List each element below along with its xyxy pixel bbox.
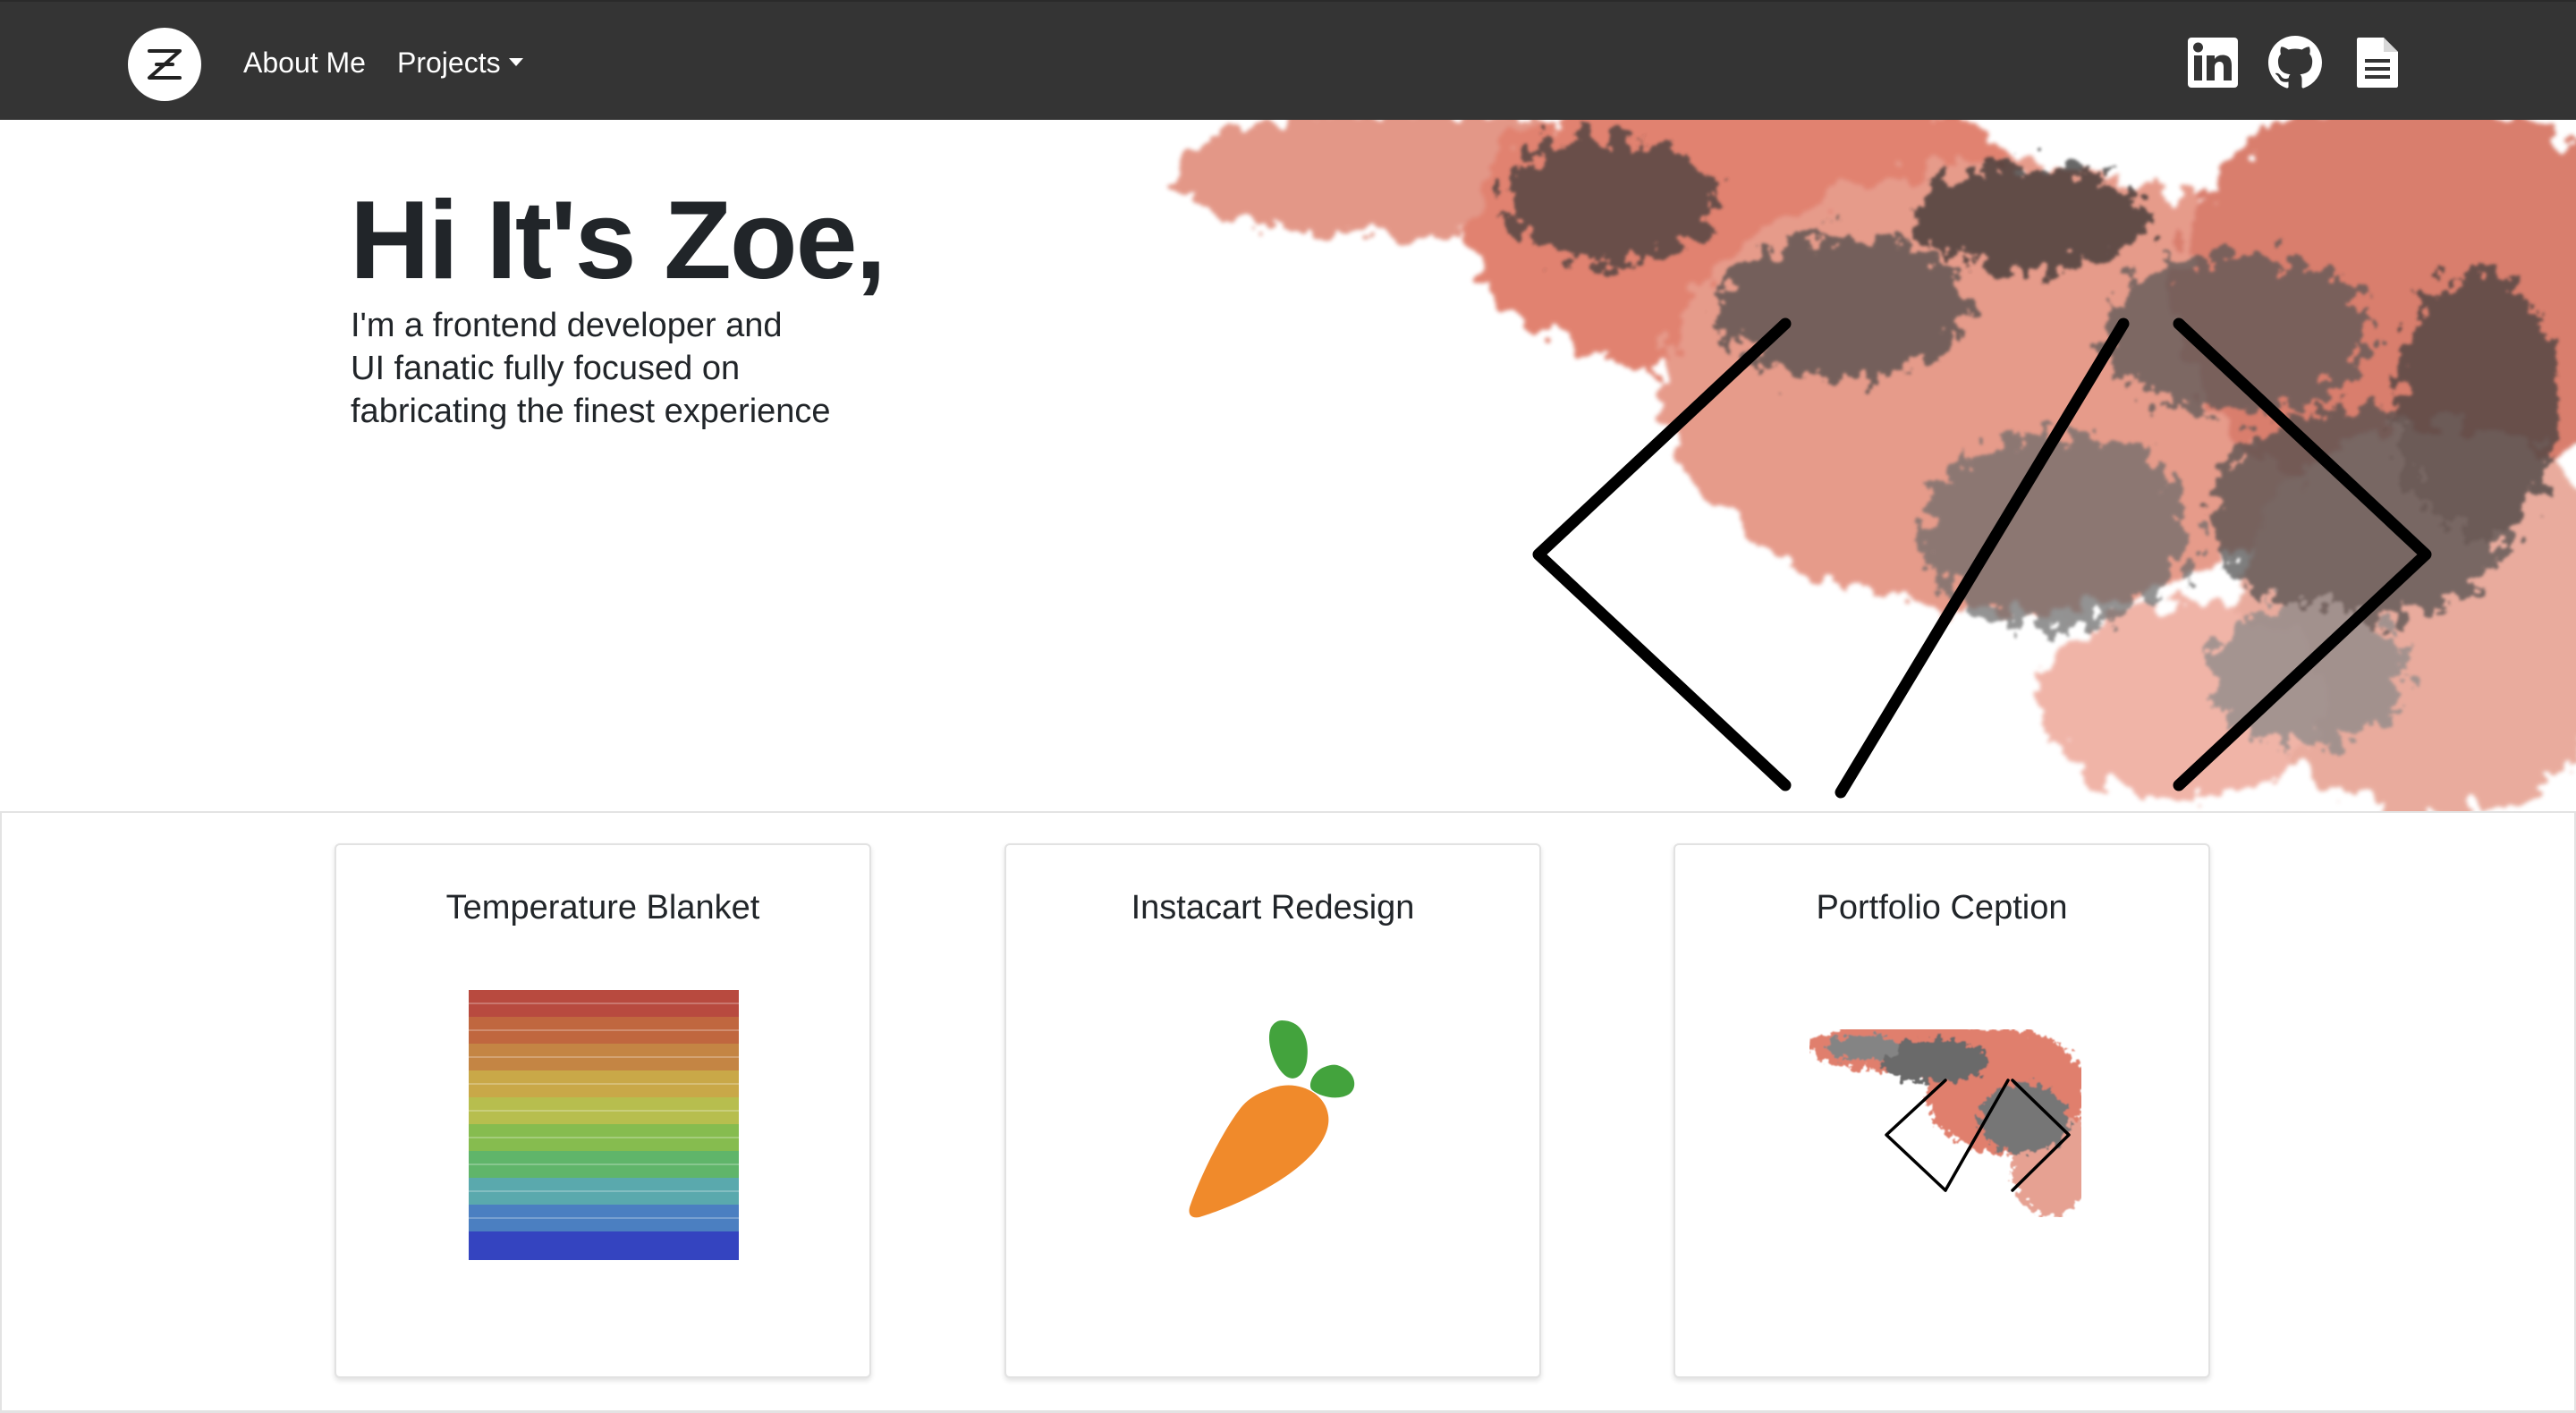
projects-section: Temperature Blanket Instacart Redesign P… — [0, 811, 2576, 1413]
github-icon — [2268, 36, 2322, 89]
linkedin-icon — [2188, 38, 2238, 88]
resume-link[interactable] — [2351, 36, 2404, 89]
hero-subtitle-line: fabricating the finest experience — [351, 393, 831, 430]
project-card-portfolio-ception[interactable]: Portfolio Ception — [1674, 843, 2210, 1378]
nav-about-me-link[interactable]: About Me — [243, 41, 366, 84]
project-card-title: Instacart Redesign — [1131, 889, 1415, 926]
top-navbar: About Me Projects — [0, 0, 2576, 120]
project-card-temperature-blanket[interactable]: Temperature Blanket — [335, 843, 871, 1378]
hero-watercolor-code-art — [1172, 120, 2576, 812]
hero-section: Hi It's Zoe, I'm a frontend developer an… — [0, 120, 2576, 812]
rainbow-blanket-image — [469, 990, 739, 1260]
github-link[interactable] — [2268, 36, 2322, 89]
resume-document-icon — [2357, 38, 2398, 88]
caret-down-icon — [508, 58, 523, 67]
hero-subtitle: I'm a frontend developer and UI fanatic … — [351, 304, 923, 433]
portfolio-code-art-image — [1809, 1029, 2081, 1217]
project-card-instacart-redesign[interactable]: Instacart Redesign — [1004, 843, 1541, 1378]
project-card-title: Temperature Blanket — [445, 889, 760, 926]
carrot-logo-image — [1189, 1020, 1355, 1218]
nav-projects-dropdown[interactable]: Projects — [397, 41, 523, 84]
nav-projects-label: Projects — [397, 47, 501, 79]
z-logo-icon — [148, 49, 182, 80]
linkedin-link[interactable] — [2186, 36, 2240, 89]
project-card-title: Portfolio Ception — [1816, 889, 2068, 926]
hero-subtitle-line: I'm a frontend developer and — [351, 307, 783, 344]
hero-title: Hi It's Zoe, — [350, 179, 886, 302]
brand-logo[interactable] — [128, 28, 201, 101]
hero-subtitle-line: UI fanatic fully focused on — [351, 350, 741, 387]
